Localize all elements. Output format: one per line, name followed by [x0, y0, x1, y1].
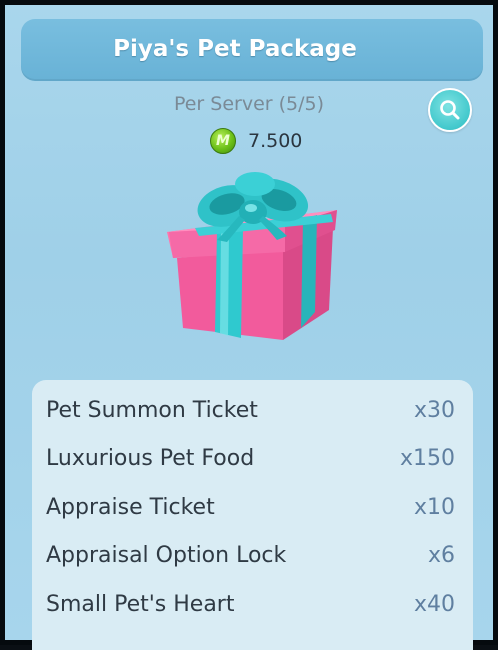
item-quantity: x6: [427, 542, 455, 568]
zoom-preview-button[interactable]: [428, 88, 472, 132]
item-name: Luxurious Pet Food: [46, 445, 255, 471]
item-name: Appraise Ticket: [46, 494, 215, 520]
coin-letter: M: [216, 133, 230, 149]
item-name: Small Pet's Heart: [46, 591, 235, 617]
item-quantity: x30: [413, 397, 455, 423]
list-item: Appraise Ticket x10: [46, 490, 455, 524]
list-item: Small Pet's Heart x40: [46, 587, 455, 621]
price-amount: 7.500: [248, 130, 303, 152]
title-bar: Piya's Pet Package: [21, 19, 483, 81]
item-quantity: x150: [399, 445, 455, 471]
gift-box-icon: [155, 170, 345, 355]
purchase-limit-text: Per Server (5/5): [173, 93, 325, 115]
price-row: M 7.500: [210, 125, 302, 157]
item-quantity: x40: [413, 591, 455, 617]
maple-point-coin-icon: M: [210, 128, 236, 154]
list-item: Luxurious Pet Food x150: [46, 441, 455, 475]
magnifier-icon: [440, 100, 460, 120]
item-quantity: x10: [413, 494, 455, 520]
package-title: Piya's Pet Package: [113, 36, 357, 62]
package-contents-panel: Pet Summon Ticket x30 Luxurious Pet Food…: [32, 380, 473, 650]
list-item: Pet Summon Ticket x30: [46, 393, 455, 427]
item-name: Appraisal Option Lock: [46, 542, 287, 568]
item-name: Pet Summon Ticket: [46, 397, 258, 423]
list-item: Appraisal Option Lock x6: [46, 538, 455, 572]
package-detail-window: Piya's Pet Package Per Server (5/5) M 7.…: [0, 0, 498, 650]
